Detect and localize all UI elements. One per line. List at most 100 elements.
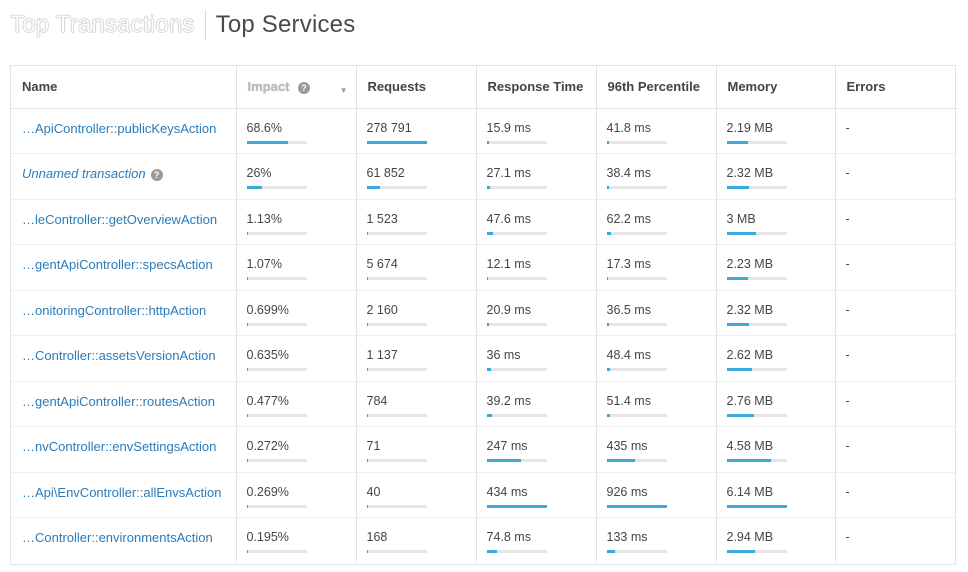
requests-bar [366,186,427,189]
table-row[interactable]: …gentApiController::specsAction 1.07% 5 67… [11,244,957,291]
impact-bar-fill [246,459,248,462]
cell-impact: 0.635% [236,335,357,382]
impact-bar-fill [246,504,248,508]
transaction-name-link[interactable]: …Controller::assetsVersionAction [22,348,236,363]
96th-percentile-value: 435 ms [606,439,648,453]
cell-memory: 2.23 MB [716,244,836,291]
96th-percentile-bar [606,186,667,189]
response-time-bar [486,277,547,280]
transaction-name-link[interactable]: Unnamed transaction? [22,166,236,181]
cell-memory: 2.32 MB [716,290,836,336]
memory-bar-fill [726,322,750,326]
96th-percentile-bar-fill [606,368,610,371]
column-header-errors-label: Errors [846,79,886,95]
requests-bar [366,368,427,371]
tab-top-services[interactable]: Top Services [216,11,356,39]
errors-value: - [845,120,850,135]
table-row[interactable]: …gentApiController::routesAction 0.477% 78… [11,381,957,427]
column-header-name[interactable]: Name [11,66,237,109]
transaction-name-link[interactable]: …gentApiController::specsAction [22,257,236,272]
table-header-row: Name Impact ? ▼ Requests Response Time 9… [11,66,957,109]
question-circle-icon[interactable]: ? [150,168,163,181]
requests-value: 2 160 [366,302,398,317]
table-row[interactable]: …nvController::envSettingsAction 0.272% 71… [11,426,957,473]
column-header-name-label: Name [22,79,58,95]
table-row[interactable]: …ApiController::publicKeysAction 68.6% 278… [11,108,957,154]
transaction-name-text: Unnamed transaction [22,166,146,181]
transaction-name-link[interactable]: …Api\EnvController::allEnvsAction [22,485,236,500]
96th-percentile-value: 51.4 ms [606,393,651,408]
96th-percentile-bar-fill [606,277,608,280]
cell-impact: 0.269% [236,472,357,518]
cell-96th-percentile: 926 ms [596,472,717,518]
cell-requests: 40 [356,472,477,518]
impact-bar [246,413,307,417]
cell-response-time: 20.9 ms [476,290,597,336]
cell-requests: 278 791 [356,108,477,154]
column-header-memory-label: Memory [727,79,778,95]
column-header-response-time[interactable]: Response Time [476,66,597,109]
cell-name: Unnamed transaction? [11,153,237,200]
table-row[interactable]: …leController::getOverviewAction 1.13% 1 5… [11,199,957,245]
tab-top-transactions[interactable]: Top Transactions [10,11,195,39]
table-row[interactable]: Unnamed transaction? 26% 61 852 27.1 ms 38.4… [11,153,957,200]
cell-errors: - [835,472,957,518]
cell-name: …Api\EnvController::allEnvsAction [11,472,237,518]
cell-name: …onitoringController::httpAction [11,290,237,336]
table-row[interactable]: …Api\EnvController::allEnvsAction 0.269% 4… [11,472,957,518]
requests-bar-fill [366,550,368,553]
cell-impact: 0.272% [236,426,357,473]
cell-requests: 1 137 [356,335,477,382]
cell-requests: 2 160 [356,290,477,336]
transaction-name-link[interactable]: …nvController::envSettingsAction [22,439,236,454]
transaction-name-link[interactable]: …leController::getOverviewAction [22,212,236,227]
memory-bar-fill [726,231,756,235]
transaction-name-link[interactable]: …onitoringController::httpAction [22,303,236,318]
column-header-memory[interactable]: Memory [716,66,836,109]
cell-impact: 0.477% [236,381,357,427]
requests-bar-fill [366,186,380,189]
table-row[interactable]: …Controller::environmentsAction 0.195% 168… [11,517,957,563]
impact-value: 0.269% [246,484,289,499]
table-row[interactable]: …onitoringController::httpAction 0.699% 2 … [11,290,957,336]
cell-96th-percentile: 48.4 ms [596,335,717,382]
requests-value: 71 [366,439,381,453]
requests-bar [366,459,427,462]
table-row[interactable]: …Controller::assetsVersionAction 0.635% 1 … [11,335,957,382]
memory-bar-fill [726,186,750,189]
transaction-name-link[interactable]: …gentApiController::routesAction [22,394,236,409]
impact-bar [246,231,307,235]
column-header-96th-percentile[interactable]: 96th Percentile [596,66,717,109]
impact-bar-fill [246,140,288,144]
tab-separator [204,10,206,40]
memory-bar [726,550,787,553]
column-header-requests[interactable]: Requests [356,66,477,109]
memory-bar [726,186,787,189]
response-time-bar [486,186,547,189]
table-body: …ApiController::publicKeysAction 68.6% 278… [11,108,957,563]
column-header-impact[interactable]: Impact ? ▼ [236,66,357,109]
cell-impact: 1.13% [236,199,357,245]
column-header-errors[interactable]: Errors [835,66,957,109]
impact-value: 0.195% [246,530,289,544]
question-circle-icon[interactable]: ? [298,81,311,94]
transaction-name-link[interactable]: …Controller::environmentsAction [22,530,236,545]
transaction-name-link[interactable]: …ApiController::publicKeysAction [22,121,236,136]
requests-bar [366,231,427,235]
cell-errors: - [835,244,957,291]
transaction-name-text: …leController::getOverviewAction [22,211,218,227]
requests-bar-fill [366,231,368,235]
impact-bar-fill [246,550,248,553]
response-time-bar-fill [486,277,489,280]
cell-errors: - [835,381,957,427]
response-time-bar [486,231,547,235]
96th-percentile-bar-fill [606,322,609,326]
cell-errors: - [835,108,957,154]
memory-value: 2.32 MB [726,302,774,317]
memory-bar-fill [726,504,787,508]
96th-percentile-bar [606,504,667,508]
impact-value: 26% [246,166,272,180]
96th-percentile-value: 133 ms [606,530,648,544]
96th-percentile-bar-fill [606,504,667,508]
errors-value: - [845,257,850,271]
